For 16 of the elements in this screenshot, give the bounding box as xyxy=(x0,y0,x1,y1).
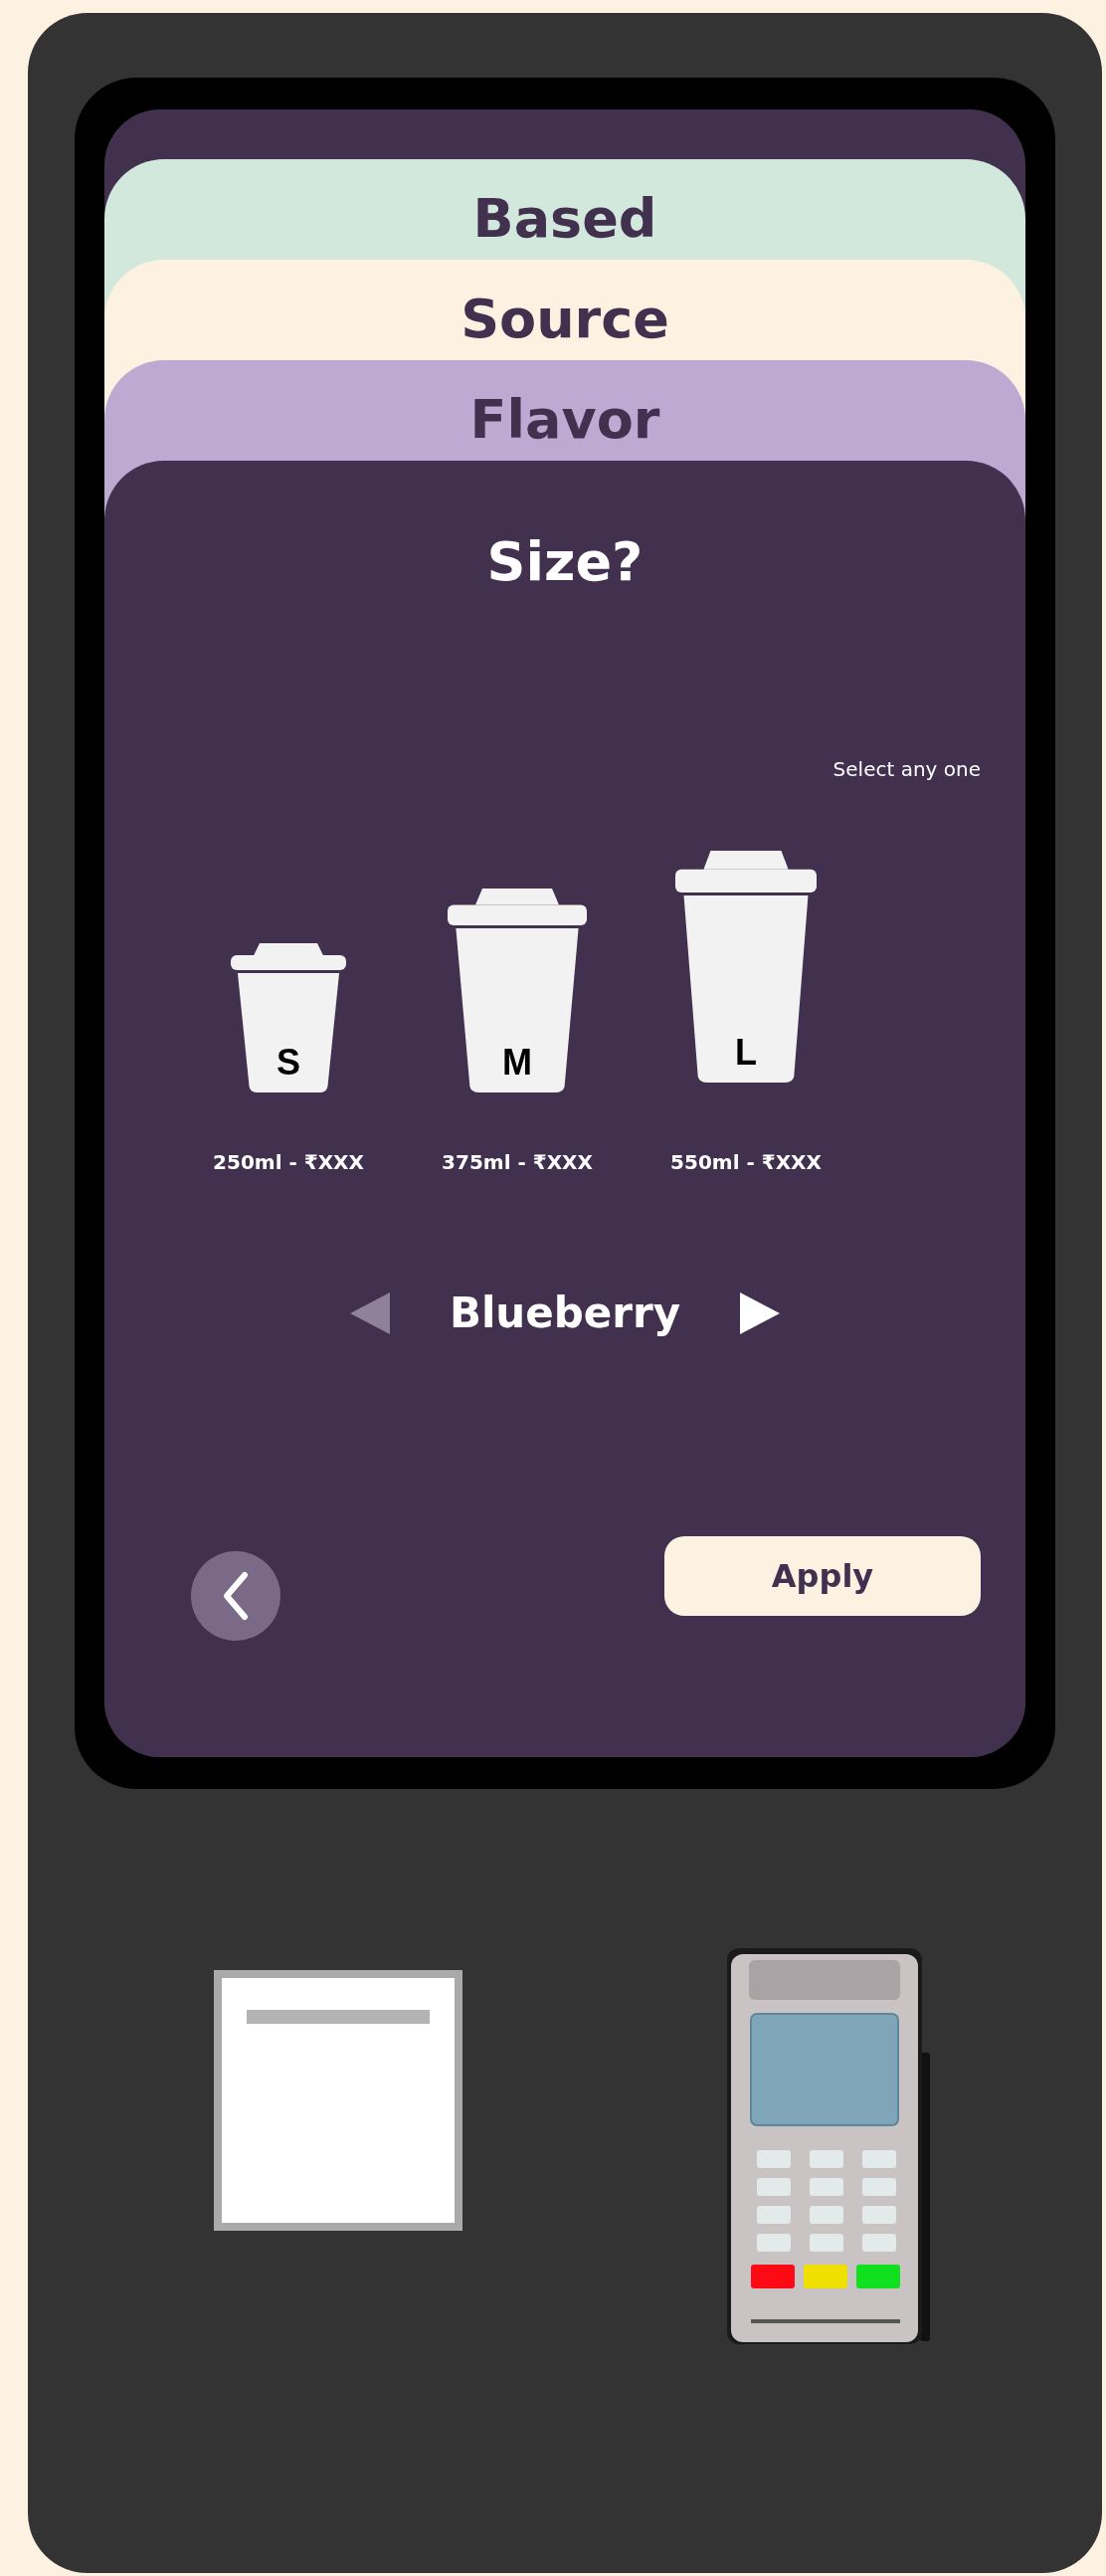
cup-icon xyxy=(675,851,817,1083)
next-arrow-icon[interactable] xyxy=(740,1291,781,1334)
size-label: 550ml - ₹XXX xyxy=(670,1150,822,1174)
hint-text: Select any one xyxy=(832,757,981,781)
cup-icon xyxy=(231,943,346,1092)
chevron-left-icon xyxy=(221,1571,251,1621)
size-label: 375ml - ₹XXX xyxy=(442,1150,593,1174)
size-option[interactable]: S xyxy=(231,943,346,1095)
size-option[interactable]: M xyxy=(448,889,587,1095)
panel-title: Size? xyxy=(485,530,645,593)
apply-button[interactable]: Apply xyxy=(664,1536,981,1616)
size-option[interactable]: L xyxy=(675,851,817,1086)
flavor-name: Blueberry xyxy=(449,1288,681,1337)
cup-icon xyxy=(448,889,587,1092)
step-label: Based xyxy=(472,187,657,250)
size-label: 250ml - ₹XXX xyxy=(213,1150,364,1174)
